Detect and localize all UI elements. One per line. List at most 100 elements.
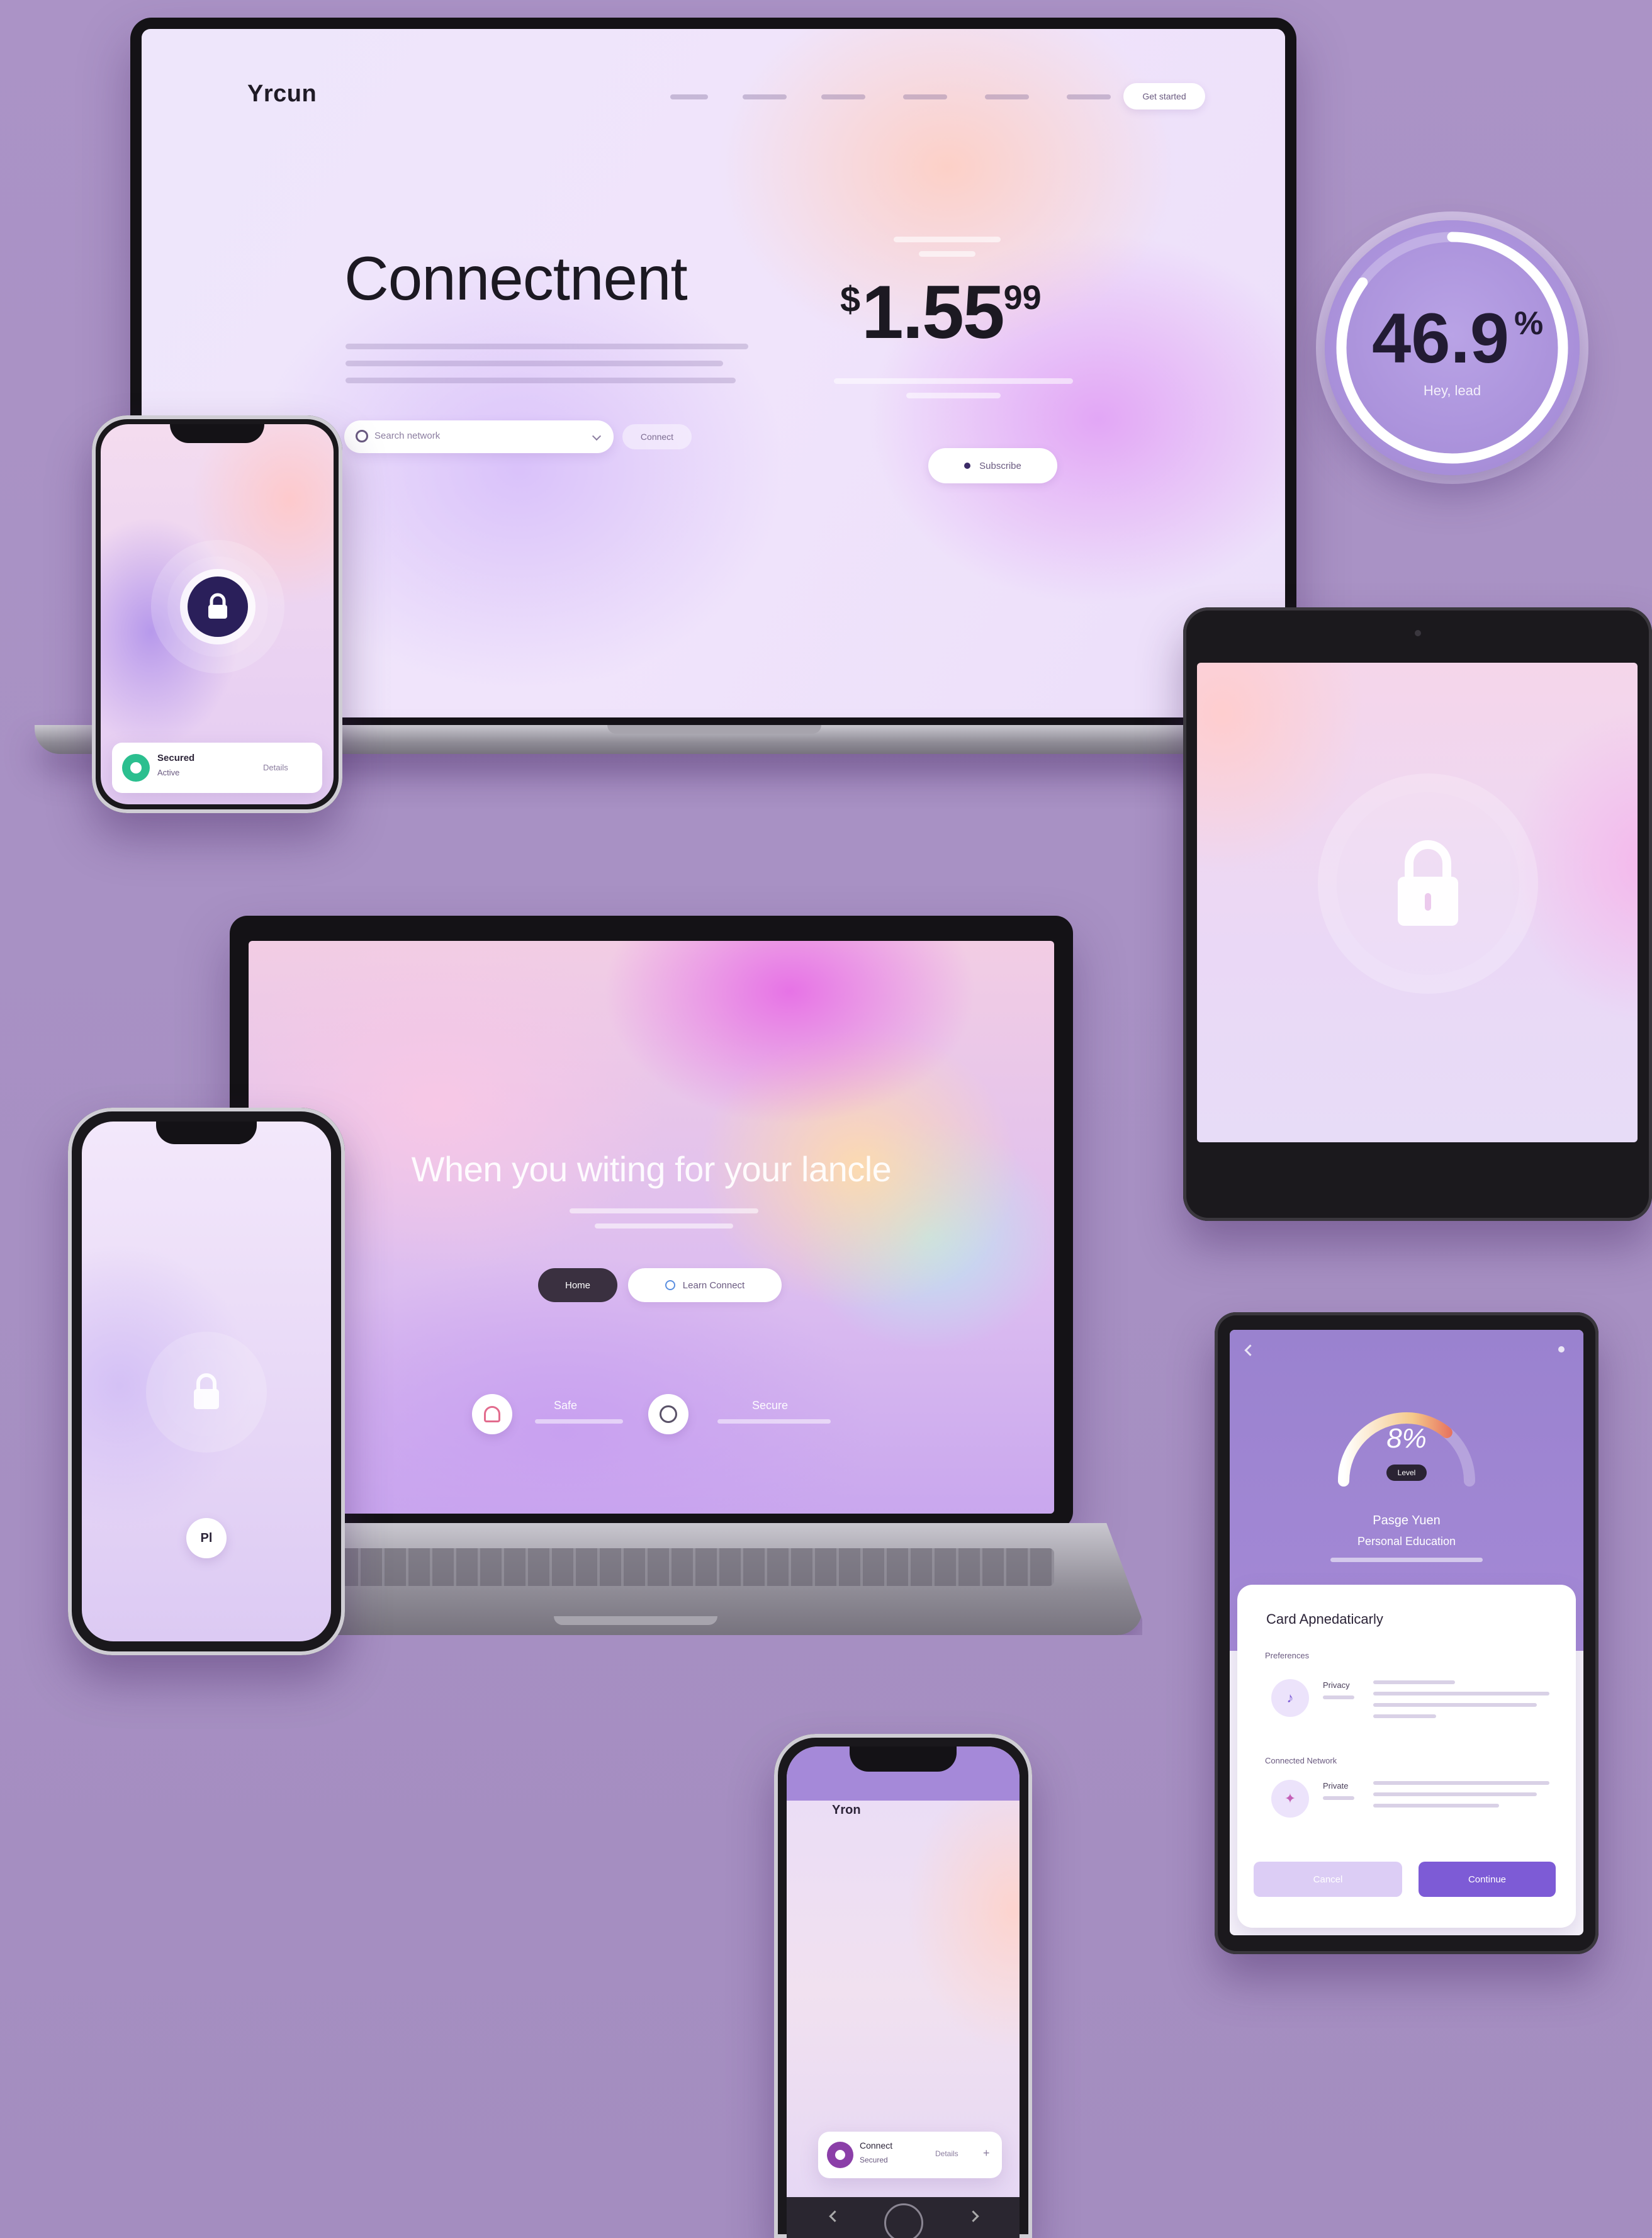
profile-heading: Pasge Yuen	[1373, 1514, 1441, 1527]
tablet-bottom-right: 8% Level Pasge Yuen Personal Education C…	[1215, 1312, 1599, 1954]
hero-description	[346, 344, 748, 383]
status-card-title: Secured	[157, 753, 195, 763]
forward-nav-icon[interactable]	[967, 2210, 979, 2222]
lock-badge	[1337, 792, 1519, 975]
music-icon: ♪	[1271, 1679, 1309, 1717]
stat-badge: 46.9% Hey, lead	[1325, 220, 1580, 475]
lock-badge	[167, 556, 268, 657]
lock-icon	[188, 576, 248, 637]
get-started-label: Get started	[1142, 91, 1186, 101]
phone-left-display: Pl	[82, 1122, 331, 1641]
feature-label: Safe	[554, 1399, 578, 1412]
bell-icon	[472, 1394, 512, 1434]
status-card-action[interactable]: Details	[935, 2149, 958, 2158]
hero-subtitle	[570, 1208, 758, 1229]
chevron-down-icon	[592, 431, 602, 441]
phone-top-left: Secured Active Details	[92, 415, 342, 813]
lock-icon	[1390, 835, 1466, 933]
lock-badge	[162, 1348, 250, 1436]
tablet-top-display	[1197, 663, 1638, 1142]
nav-link[interactable]	[1067, 94, 1111, 99]
settings-card-title: Card Apnedaticarly	[1266, 1611, 1383, 1627]
home-button-label: Home	[565, 1279, 590, 1291]
laptop-bottom: When you witing for your lancle Home Lea…	[230, 916, 1073, 1529]
nav-link[interactable]	[821, 94, 865, 99]
tablet-bottom-display: 8% Level Pasge Yuen Personal Education C…	[1230, 1330, 1583, 1935]
search-bar[interactable]: Search network	[344, 420, 614, 453]
subscribe-label: Subscribe	[979, 460, 1021, 471]
status-card-sub: Secured	[860, 2156, 888, 2164]
phone-top-left-display: Secured Active Details	[101, 424, 334, 804]
home-button-ring[interactable]	[884, 2203, 923, 2238]
menu-icon[interactable]	[1558, 1346, 1565, 1352]
learn-connect-button[interactable]: Learn Connect	[628, 1268, 782, 1302]
section-preferences: Preferences	[1265, 1651, 1310, 1660]
status-card-sub: Active	[157, 768, 180, 777]
settings-card: Card Apnedaticarly Preferences ♪ Privacy…	[1237, 1585, 1576, 1928]
keyboard	[337, 1548, 1054, 1586]
back-icon[interactable]	[1244, 1344, 1256, 1356]
feature-item[interactable]: Secure	[648, 1394, 837, 1438]
plan-description	[834, 378, 1073, 398]
get-started-button[interactable]: Get started	[1123, 83, 1205, 110]
shield-icon	[122, 754, 150, 782]
continue-button-label: Continue	[1468, 1874, 1507, 1885]
cancel-button-label: Cancel	[1313, 1874, 1343, 1885]
gauge-pill-label: Level	[1397, 1468, 1416, 1477]
search-connect-label: Connect	[640, 432, 674, 442]
stat-caption: Hey, lead	[1423, 383, 1481, 398]
info-icon	[665, 1280, 675, 1290]
price-currency: $	[840, 279, 860, 320]
phone-left: Pl	[68, 1108, 345, 1655]
settings-row[interactable]: ✦ Private	[1262, 1774, 1558, 1836]
sparkle-icon: ✦	[1271, 1780, 1309, 1818]
nav-link[interactable]	[670, 94, 708, 99]
nav-link[interactable]	[985, 94, 1029, 99]
cancel-button[interactable]: Cancel	[1254, 1862, 1402, 1897]
profile-badge-label: Pl	[200, 1531, 213, 1545]
chat-icon	[648, 1394, 688, 1434]
nav-link[interactable]	[743, 94, 787, 99]
laptop-bottom-groove	[554, 1616, 717, 1625]
shield-icon	[827, 2142, 853, 2168]
stat-value-wrap: 46.9%	[1372, 303, 1543, 374]
back-nav-icon[interactable]	[829, 2210, 841, 2222]
feature-item[interactable]: Safe	[472, 1394, 648, 1438]
home-button[interactable]: Home	[538, 1268, 617, 1302]
status-card-title: Connect	[860, 2140, 893, 2151]
feature-label: Secure	[752, 1399, 789, 1412]
laptop-top-groove	[607, 725, 821, 734]
brand-logo[interactable]: Yron	[832, 1803, 861, 1818]
price-display: $1.5599	[840, 274, 1042, 350]
top-nav	[670, 94, 1186, 102]
subscribe-button[interactable]: Subscribe	[928, 448, 1057, 483]
gauge-pill: Level	[1386, 1465, 1427, 1481]
nav-link[interactable]	[903, 94, 947, 99]
brand-logo[interactable]: Yrcun	[247, 81, 317, 108]
laptop-bottom-display: When you witing for your lancle Home Lea…	[249, 941, 1054, 1514]
stat-value: 46.9	[1372, 299, 1509, 378]
price-main: 1.55	[862, 270, 1005, 354]
search-icon	[356, 430, 368, 442]
settings-row[interactable]: ♪ Privacy	[1262, 1673, 1558, 1736]
price-cents: 99	[1003, 279, 1042, 317]
section-network: Connected Network	[1265, 1756, 1337, 1765]
lock-icon	[191, 1371, 222, 1414]
hero-title: Connectnent	[344, 244, 688, 313]
search-connect-button[interactable]: Connect	[622, 424, 692, 449]
search-placeholder: Search network	[374, 430, 441, 441]
plus-icon[interactable]: +	[983, 2147, 990, 2160]
stat-unit: %	[1514, 305, 1544, 342]
status-card-action[interactable]: Details	[263, 763, 288, 772]
settings-row-label: Privacy	[1323, 1680, 1350, 1690]
status-card[interactable]: Connect Secured Details +	[818, 2132, 1002, 2178]
status-card[interactable]: Secured Active Details	[112, 743, 322, 793]
gauge-value: 8%	[1386, 1423, 1427, 1454]
tablet-top-right	[1183, 607, 1652, 1221]
subscribe-dot-icon	[964, 463, 971, 469]
hero-title: When you witing for your lancle	[411, 1149, 892, 1189]
learn-connect-label: Learn Connect	[682, 1279, 745, 1291]
continue-button[interactable]: Continue	[1419, 1862, 1556, 1897]
profile-badge[interactable]: Pl	[186, 1518, 227, 1558]
settings-row-label: Private	[1323, 1781, 1349, 1791]
